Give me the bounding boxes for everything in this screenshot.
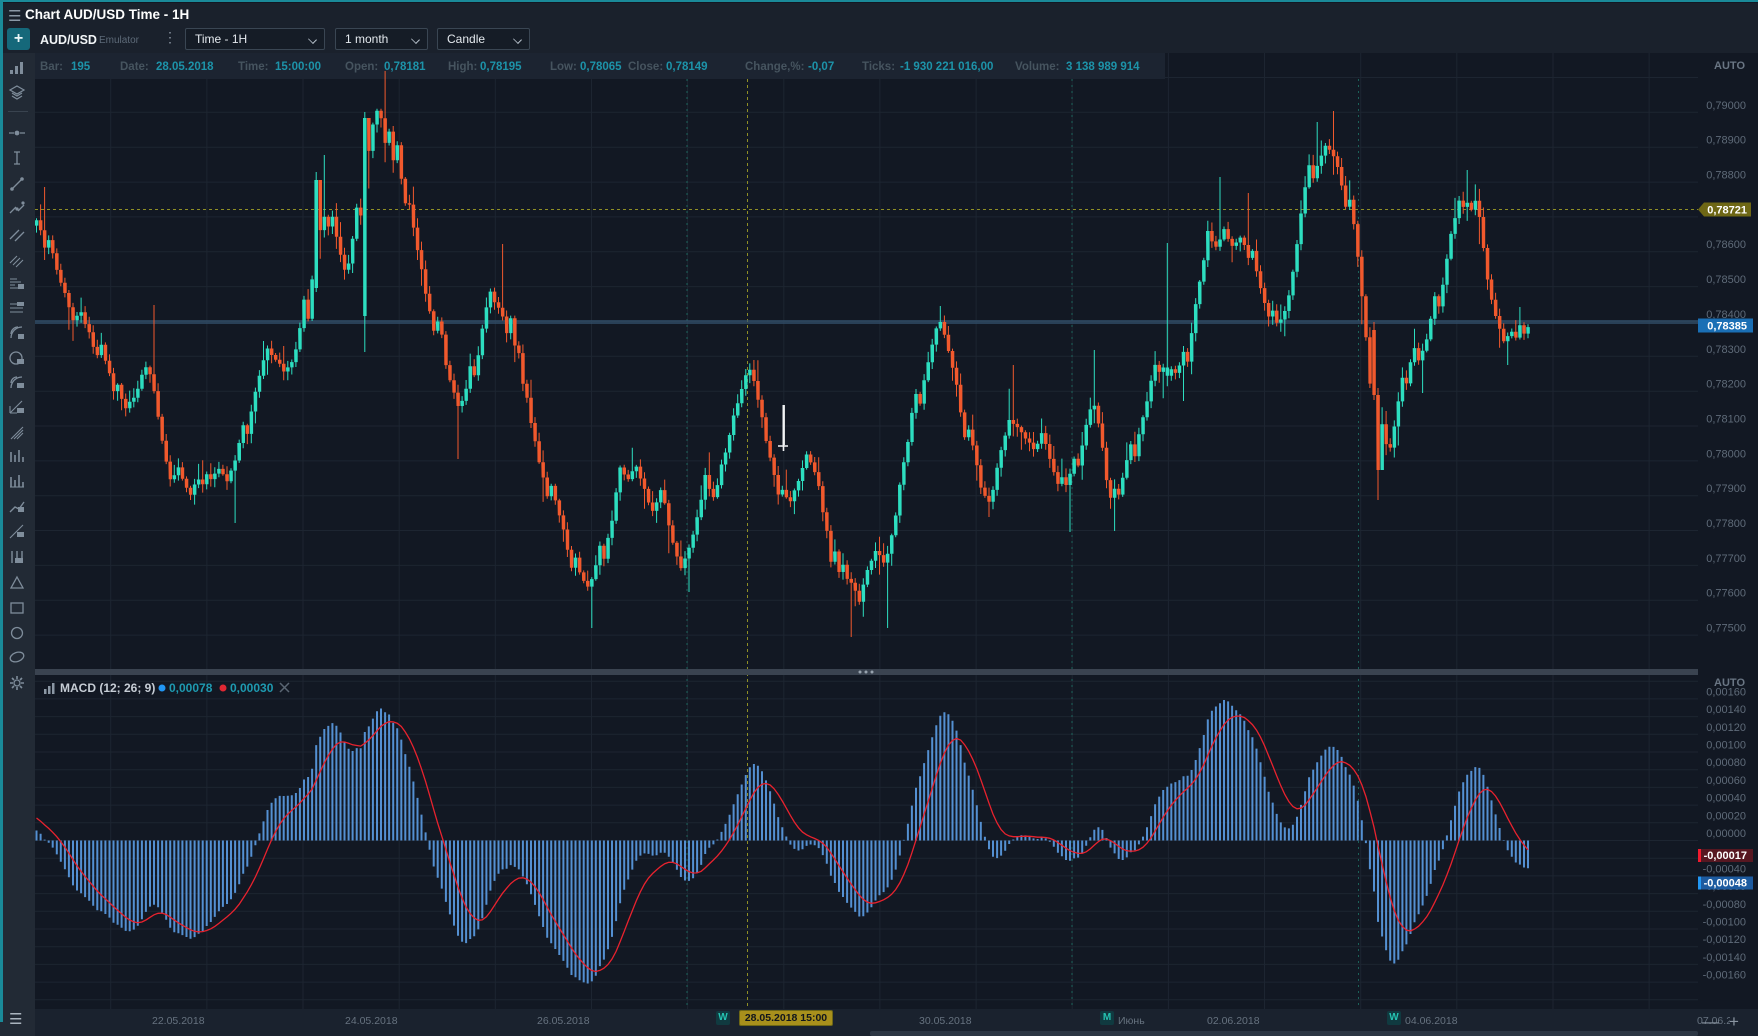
svg-text:0,78000: 0,78000 (1706, 448, 1746, 460)
svg-text:0,00000: 0,00000 (1706, 828, 1746, 840)
svg-text:0,00080: 0,00080 (1706, 757, 1746, 769)
svg-text:28.05.2018: 28.05.2018 (156, 61, 214, 73)
svg-text:-0,00120: -0,00120 (1703, 934, 1746, 946)
svg-text:Ticks:: Ticks: (862, 61, 895, 73)
svg-text:0,00060: 0,00060 (1706, 775, 1746, 787)
svg-text:0,78800: 0,78800 (1706, 170, 1746, 182)
svg-text:0,78600: 0,78600 (1706, 239, 1746, 251)
svg-text:0,78200: 0,78200 (1706, 379, 1746, 391)
svg-text:0,77600: 0,77600 (1706, 588, 1746, 600)
svg-text:Bar:: Bar: (40, 61, 63, 73)
svg-text:AUTO: AUTO (1714, 60, 1745, 72)
svg-text:Change,%:: Change,%: (745, 61, 804, 73)
svg-text:0,78149: 0,78149 (666, 61, 708, 73)
svg-text:Close:: Close: (628, 61, 663, 73)
svg-text:-0,07: -0,07 (808, 61, 834, 73)
svg-text:0,77900: 0,77900 (1706, 483, 1746, 495)
svg-text:3 138 989 914: 3 138 989 914 (1066, 61, 1140, 73)
svg-text:Volume:: Volume: (1015, 61, 1060, 73)
svg-text:0,00100: 0,00100 (1706, 740, 1746, 752)
svg-text:-0,00160: -0,00160 (1703, 970, 1746, 982)
svg-text:0,00040: 0,00040 (1706, 793, 1746, 805)
svg-text:0,00140: 0,00140 (1706, 704, 1746, 716)
svg-text:Time:: Time: (238, 61, 268, 73)
svg-text:0,77700: 0,77700 (1706, 553, 1746, 565)
svg-text:0,77500: 0,77500 (1706, 623, 1746, 635)
svg-text:15:00:00: 15:00:00 (275, 61, 321, 73)
svg-text:0,00160: 0,00160 (1706, 686, 1746, 698)
svg-text:0,78500: 0,78500 (1706, 274, 1746, 286)
svg-text:0,00078: 0,00078 (169, 681, 213, 695)
svg-text:High:: High: (448, 61, 477, 73)
svg-text:-0,00017: -0,00017 (1704, 850, 1747, 862)
svg-text:0,78385: 0,78385 (1707, 321, 1747, 333)
svg-text:-0,00080: -0,00080 (1703, 899, 1746, 911)
svg-text:Open:: Open: (345, 61, 378, 73)
svg-text:0,78100: 0,78100 (1706, 414, 1746, 426)
svg-text:-0,00100: -0,00100 (1703, 917, 1746, 929)
svg-text:-0,00040: -0,00040 (1703, 863, 1746, 875)
svg-text:-1 930 221 016,00: -1 930 221 016,00 (900, 61, 993, 73)
svg-text:0,78721: 0,78721 (1707, 205, 1747, 217)
svg-text:0,79000: 0,79000 (1706, 100, 1746, 112)
svg-text:0,78900: 0,78900 (1706, 135, 1746, 147)
svg-text:Low:: Low: (550, 61, 577, 73)
svg-text:0,77800: 0,77800 (1706, 518, 1746, 530)
svg-text:0,00120: 0,00120 (1706, 722, 1746, 734)
svg-text:MACD (12; 26; 9): MACD (12; 26; 9) (60, 681, 155, 695)
svg-text:Date:: Date: (120, 61, 149, 73)
svg-text:-0,00140: -0,00140 (1703, 952, 1746, 964)
svg-text:0,78065: 0,78065 (580, 61, 622, 73)
svg-text:0,78300: 0,78300 (1706, 344, 1746, 356)
svg-text:0,00030: 0,00030 (230, 681, 274, 695)
svg-text:0,78195: 0,78195 (480, 61, 522, 73)
svg-text:0,78181: 0,78181 (384, 61, 426, 73)
svg-text:0,00020: 0,00020 (1706, 810, 1746, 822)
svg-text:-0,00048: -0,00048 (1704, 878, 1747, 890)
svg-text:195: 195 (71, 61, 91, 73)
